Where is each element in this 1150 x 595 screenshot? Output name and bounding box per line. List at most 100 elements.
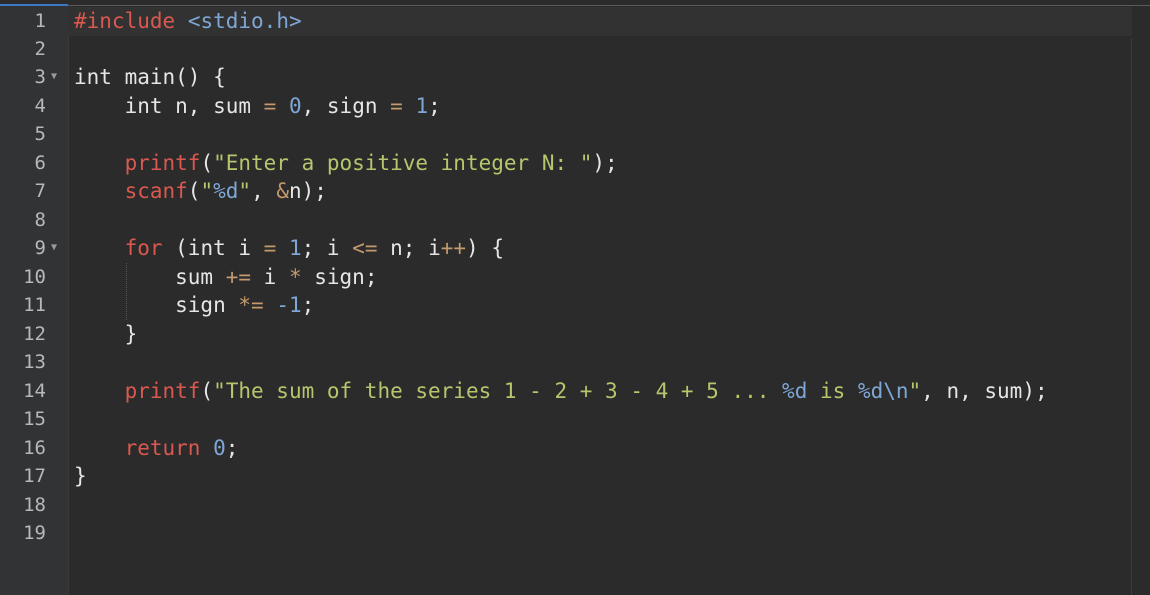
operator-token: & bbox=[276, 179, 290, 203]
code-token: ) { bbox=[466, 236, 504, 260]
line-number: 17 bbox=[23, 465, 46, 487]
code-token: ); bbox=[592, 151, 618, 175]
string-literal: " bbox=[200, 179, 214, 203]
include-header: <stdio.h> bbox=[187, 9, 302, 33]
code-line-11[interactable]: sign *= -1; bbox=[74, 291, 314, 319]
number-literal: 1 bbox=[415, 94, 429, 118]
operator-token: <= bbox=[352, 236, 378, 260]
line-number: 5 bbox=[34, 123, 46, 145]
operator-token: = bbox=[263, 94, 277, 118]
string-literal: "The sum of the series 1 - 2 + 3 - 4 + 5… bbox=[213, 379, 783, 403]
code-token: ; i bbox=[301, 236, 353, 260]
string-literal: "Enter a positive integer N: " bbox=[213, 151, 593, 175]
number-literal: 0 bbox=[213, 436, 226, 460]
number-literal: 0 bbox=[288, 94, 302, 118]
code-token: sign bbox=[74, 293, 239, 317]
code-line-9[interactable]: for (int i = 1; i <= n; i++) { bbox=[74, 234, 504, 262]
code-token: n); bbox=[289, 179, 327, 203]
code-token: sum bbox=[74, 265, 226, 289]
line-number: 7 bbox=[34, 180, 46, 202]
code-editor[interactable]: 1 2 3 4 5 6 7 8 9 10 11 12 13 14 15 16 1… bbox=[0, 0, 1150, 595]
code-token: ( bbox=[187, 179, 201, 203]
string-literal: is bbox=[807, 379, 858, 403]
operator-token: = bbox=[263, 236, 277, 260]
code-line-12[interactable]: } bbox=[74, 320, 138, 348]
code-token: , sign bbox=[301, 94, 391, 118]
function-name: printf bbox=[124, 379, 201, 403]
code-token: sign; bbox=[301, 265, 378, 289]
number-literal: -1 bbox=[276, 293, 302, 317]
escape-sequence: \n bbox=[883, 379, 909, 403]
code-token: ; bbox=[225, 436, 239, 460]
code-token: n; i bbox=[377, 236, 441, 260]
line-number: 12 bbox=[23, 323, 46, 345]
code-token: , n, sum); bbox=[921, 379, 1048, 403]
code-token: ( bbox=[200, 379, 214, 403]
line-number: 1 bbox=[34, 10, 46, 32]
code-line-3[interactable]: int main() { bbox=[74, 63, 226, 91]
line-number: 4 bbox=[34, 95, 46, 117]
code-line-17[interactable]: } bbox=[74, 462, 87, 490]
operator-token: ++ bbox=[440, 236, 467, 260]
code-line-6[interactable]: printf("Enter a positive integer N: "); bbox=[74, 149, 618, 177]
number-literal: 1 bbox=[288, 236, 302, 260]
code-token: ; bbox=[301, 293, 315, 317]
line-number: 8 bbox=[34, 209, 46, 231]
fold-arrow-icon[interactable]: ▼ bbox=[51, 63, 57, 91]
line-number: 3 bbox=[34, 66, 46, 88]
line-number: 9 bbox=[34, 237, 46, 259]
code-token: ( bbox=[200, 151, 214, 175]
operator-token: += bbox=[225, 265, 252, 289]
code-line-10[interactable]: sum += i * sign; bbox=[74, 263, 377, 291]
line-number: 13 bbox=[23, 351, 46, 373]
line-number: 15 bbox=[23, 408, 46, 430]
operator-token: * bbox=[288, 265, 302, 289]
code-line-4[interactable]: int n, sum = 0, sign = 1; bbox=[74, 92, 441, 120]
code-line-1[interactable]: #include <stdio.h> bbox=[74, 7, 302, 35]
operator-token: = bbox=[390, 94, 403, 118]
line-number: 2 bbox=[34, 38, 46, 60]
format-specifier: %d bbox=[782, 379, 808, 403]
format-specifier: %d bbox=[857, 379, 884, 403]
code-token: (int i bbox=[162, 236, 264, 260]
line-number: 18 bbox=[23, 494, 46, 516]
line-number: 14 bbox=[23, 380, 46, 402]
preprocessor-directive: #include bbox=[74, 9, 176, 33]
function-name: scanf bbox=[124, 179, 188, 203]
code-token: , bbox=[251, 179, 277, 203]
code-token: int main() { bbox=[74, 65, 226, 89]
format-specifier: %d bbox=[213, 179, 239, 203]
code-line-16[interactable]: return 0; bbox=[74, 434, 239, 462]
line-number: 16 bbox=[23, 437, 46, 459]
string-literal: " bbox=[908, 379, 922, 403]
code-token: int n, sum bbox=[74, 94, 264, 118]
line-number: 6 bbox=[34, 152, 46, 174]
editor-top-border bbox=[68, 5, 1150, 6]
keyword-token: return bbox=[124, 436, 201, 460]
code-token: i bbox=[251, 265, 289, 289]
line-number: 10 bbox=[23, 266, 46, 288]
fold-arrow-icon[interactable]: ▼ bbox=[51, 234, 57, 262]
code-token: ; bbox=[428, 94, 441, 118]
code-line-14[interactable]: printf("The sum of the series 1 - 2 + 3 … bbox=[74, 377, 1048, 405]
code-token: } bbox=[74, 464, 87, 488]
code-token: } bbox=[74, 322, 138, 346]
line-number: 19 bbox=[23, 522, 46, 544]
line-number: 11 bbox=[23, 294, 46, 316]
function-name: printf bbox=[124, 151, 201, 175]
keyword-token: for bbox=[124, 236, 163, 260]
print-margin-line bbox=[1131, 38, 1132, 595]
code-line-7[interactable]: scanf("%d", &n); bbox=[74, 177, 327, 205]
operator-token: *= bbox=[238, 293, 264, 317]
